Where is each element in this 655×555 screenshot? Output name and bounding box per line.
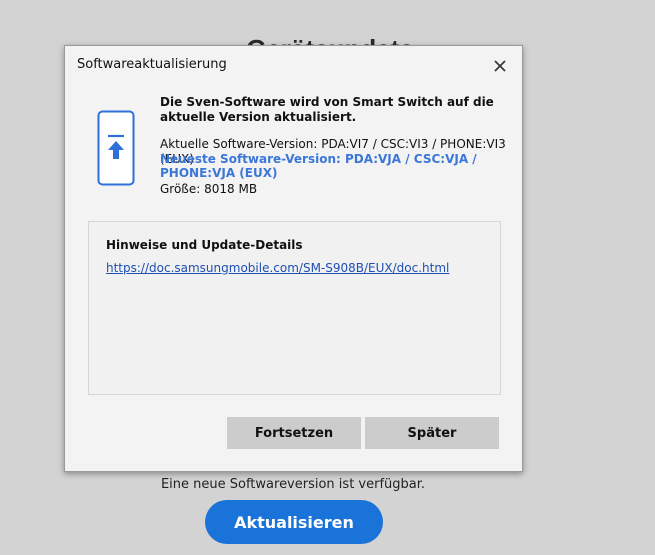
phone-update-icon: [97, 110, 135, 186]
close-icon[interactable]: [490, 56, 510, 76]
update-notes-panel: Hinweise und Update-Details https://doc.…: [88, 221, 501, 395]
update-available-notice: Eine neue Softwareversion ist verfügbar.: [160, 477, 426, 492]
dialog-title: Softwareaktualisierung: [77, 57, 227, 72]
continue-button[interactable]: Fortsetzen: [227, 417, 361, 449]
later-button[interactable]: Später: [365, 417, 499, 449]
update-details-link[interactable]: https://doc.samsungmobile.com/SM-S908B/E…: [106, 261, 449, 275]
update-message: Die Sven-Software wird von Smart Switch …: [160, 95, 494, 124]
notes-heading: Hinweise und Update-Details: [106, 238, 303, 252]
update-size: Größe: 8018 MB: [160, 182, 258, 196]
update-button[interactable]: Aktualisieren: [205, 500, 383, 544]
latest-software-version: Neueste Software-Version: PDA:VJA / CSC:…: [160, 152, 477, 180]
software-update-dialog: Softwareaktualisierung Die Sven-Software…: [64, 45, 523, 472]
